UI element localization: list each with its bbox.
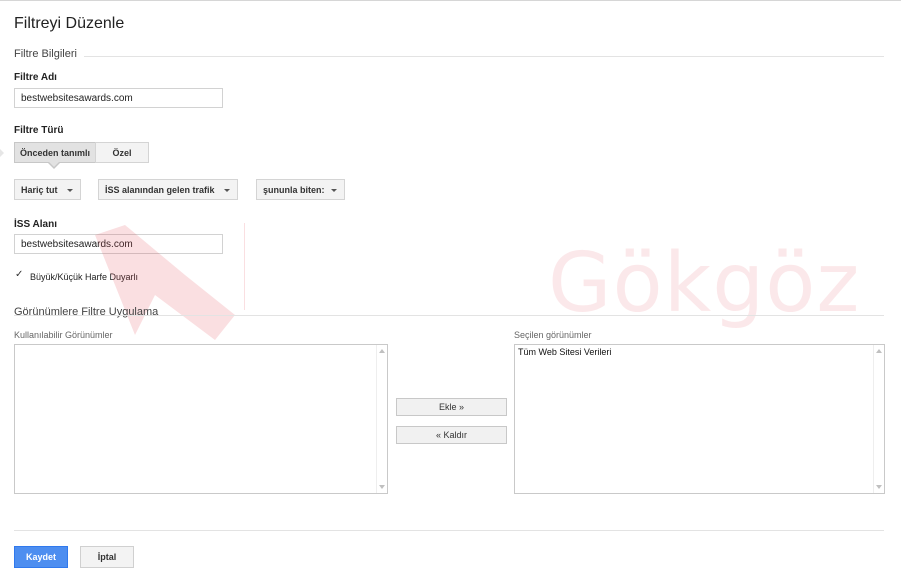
scroll-down-icon[interactable] — [379, 485, 385, 489]
remove-view-button[interactable]: « Kaldır — [396, 426, 507, 444]
filter-field-dropdown[interactable]: İSS alanından gelen trafik — [98, 179, 238, 200]
cancel-button[interactable]: İptal — [80, 546, 134, 568]
filter-type-predefined-button[interactable]: Önceden tanımlı — [14, 142, 96, 163]
selected-type-pointer-fill — [49, 162, 59, 167]
top-divider — [0, 0, 901, 1]
filter-operator-dropdown[interactable]: şununla biten: — [256, 179, 345, 200]
available-views-label: Kullanılabilir Görünümler — [14, 330, 113, 340]
chevron-down-icon — [67, 189, 73, 192]
filter-info-section-title: Filtre Bilgileri — [14, 48, 77, 60]
left-edge-marker — [0, 149, 4, 157]
chevron-down-icon — [331, 189, 337, 192]
scroll-down-icon[interactable] — [876, 485, 882, 489]
available-views-list[interactable] — [14, 344, 388, 494]
filter-info-divider — [84, 56, 884, 57]
selected-views-list[interactable]: Tüm Web Sitesi Verileri — [514, 344, 885, 494]
filter-action-dropdown[interactable]: Hariç tut — [14, 179, 81, 200]
filter-field-value: İSS alanından gelen trafik — [105, 184, 215, 195]
available-views-scrollbar[interactable] — [376, 345, 387, 493]
page-title: Filtreyi Düzenle — [14, 15, 125, 32]
watermark-logo — [95, 223, 245, 340]
filter-type-custom-button[interactable]: Özel — [95, 142, 149, 163]
case-sensitive-checkbox[interactable]: ✓ — [15, 269, 25, 282]
list-item[interactable]: Tüm Web Sitesi Verileri — [518, 347, 611, 357]
isp-domain-label: İSS Alanı — [14, 219, 57, 230]
filter-operator-value: şununla biten: — [263, 184, 325, 195]
selected-views-scrollbar[interactable] — [873, 345, 884, 493]
selected-views-label: Seçilen görünümler — [514, 330, 592, 340]
filter-action-value: Hariç tut — [21, 184, 58, 195]
footer-divider — [14, 530, 884, 531]
apply-views-section-title: Görünümlere Filtre Uygulama — [14, 306, 159, 318]
filter-name-input[interactable] — [14, 88, 223, 108]
apply-views-divider — [14, 315, 884, 316]
filter-name-label: Filtre Adı — [14, 72, 57, 83]
checkmark-icon: ✓ — [15, 269, 24, 280]
watermark-text: Gökgöz — [548, 236, 861, 331]
add-view-button[interactable]: Ekle » — [396, 398, 507, 416]
scroll-up-icon[interactable] — [379, 349, 385, 353]
scroll-up-icon[interactable] — [876, 349, 882, 353]
filter-type-label: Filtre Türü — [14, 125, 64, 136]
chevron-down-icon — [224, 189, 230, 192]
save-button[interactable]: Kaydet — [14, 546, 68, 568]
